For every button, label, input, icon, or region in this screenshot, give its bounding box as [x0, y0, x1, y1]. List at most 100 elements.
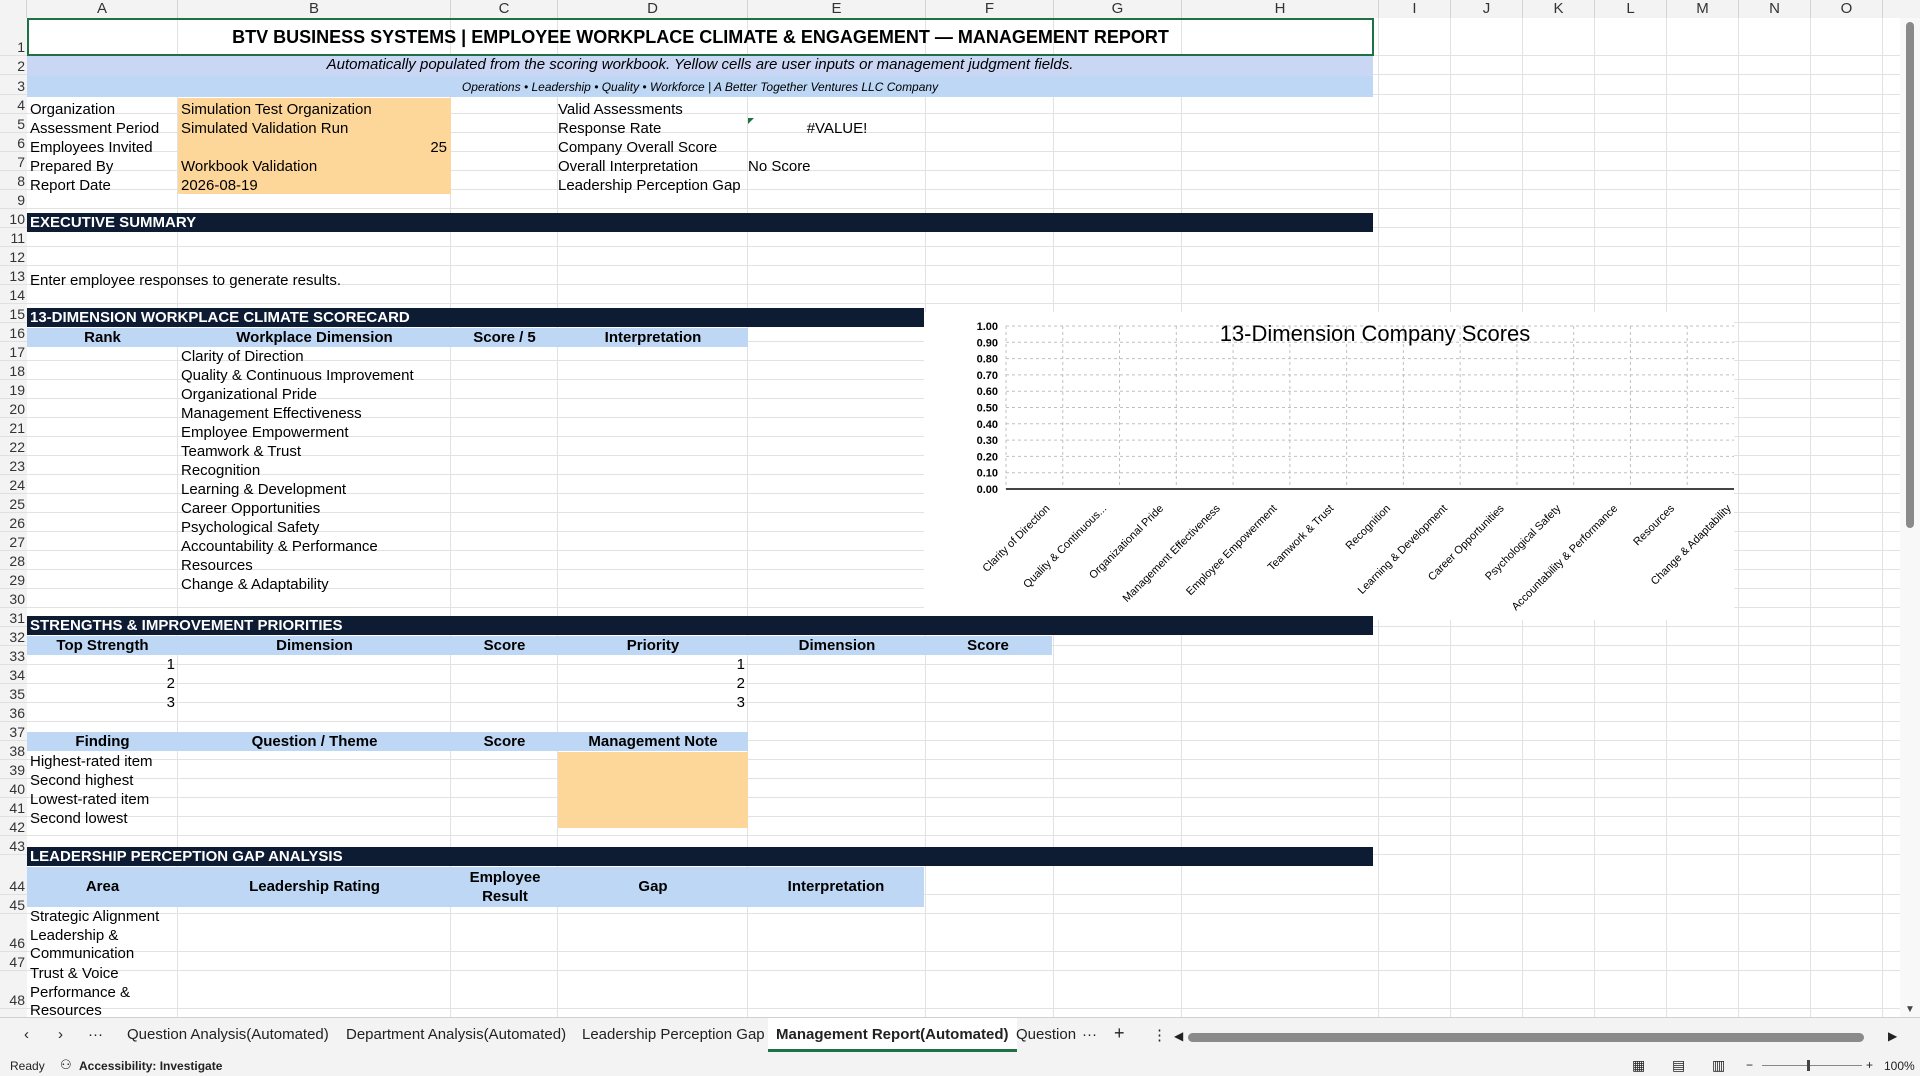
- tab-scroll-left-icon[interactable]: ‹: [24, 1026, 29, 1043]
- row-header-18[interactable]: 18: [0, 361, 27, 380]
- normal-view-icon[interactable]: ▦: [1632, 1057, 1645, 1074]
- column-header-e[interactable]: E: [748, 0, 926, 18]
- row-header-19[interactable]: 19: [0, 380, 27, 399]
- info-value[interactable]: Simulation Test Organization: [181, 101, 372, 119]
- column-header-a[interactable]: A: [27, 0, 178, 18]
- row-header-46[interactable]: 46: [0, 914, 27, 952]
- vertical-scrollbar[interactable]: ▼: [1900, 18, 1920, 1017]
- info-value[interactable]: No Score: [748, 158, 811, 176]
- row-header-22[interactable]: 22: [0, 437, 27, 456]
- column-header-f[interactable]: F: [926, 0, 1054, 18]
- management-note-fill[interactable]: [558, 752, 748, 828]
- column-header-i[interactable]: I: [1379, 0, 1451, 18]
- sheet-grid[interactable]: BTV BUSINESS SYSTEMS | EMPLOYEE WORKPLAC…: [27, 18, 1900, 1017]
- add-sheet-button[interactable]: +: [1114, 1023, 1125, 1044]
- column-header-c[interactable]: C: [451, 0, 558, 18]
- row-header-41[interactable]: 41: [0, 798, 27, 817]
- scroll-right-icon[interactable]: ▶: [1888, 1029, 1897, 1043]
- row-header-23[interactable]: 23: [0, 456, 27, 475]
- row-header-44[interactable]: 44: [0, 855, 27, 895]
- column-header-o[interactable]: O: [1811, 0, 1883, 18]
- tab-leadership-perception-gap[interactable]: Leadership Perception Gap: [582, 1026, 765, 1043]
- column-header-l[interactable]: L: [1595, 0, 1667, 18]
- info-value[interactable]: Simulated Validation Run: [181, 120, 348, 138]
- tab-more-left-icon[interactable]: ···: [88, 1026, 103, 1043]
- zoom-out-icon[interactable]: −: [1746, 1058, 1753, 1072]
- response-rate-value[interactable]: #VALUE!: [748, 120, 926, 138]
- zoom-slider[interactable]: [1762, 1065, 1862, 1066]
- row-header-25[interactable]: 25: [0, 494, 27, 513]
- row-header-31[interactable]: 31: [0, 608, 27, 627]
- row-header-40[interactable]: 40: [0, 779, 27, 798]
- column-header-k[interactable]: K: [1523, 0, 1595, 18]
- tab-more-right-icon[interactable]: ···: [1082, 1026, 1097, 1043]
- row-header-24[interactable]: 24: [0, 475, 27, 494]
- zoom-level[interactable]: 100%: [1884, 1059, 1915, 1073]
- column-header-h[interactable]: H: [1182, 0, 1379, 18]
- tab-question[interactable]: Question: [1016, 1026, 1076, 1043]
- page-break-preview-icon[interactable]: ▥: [1712, 1057, 1725, 1074]
- row-header-12[interactable]: 12: [0, 247, 27, 266]
- row-header-17[interactable]: 17: [0, 342, 27, 361]
- page-layout-icon[interactable]: ▤: [1672, 1057, 1685, 1074]
- sheet-options-icon[interactable]: ⋮: [1152, 1026, 1167, 1044]
- row-header-15[interactable]: 15: [0, 304, 27, 323]
- row-header-13[interactable]: 13: [0, 266, 27, 285]
- row-header-21[interactable]: 21: [0, 418, 27, 437]
- row-header-48[interactable]: 48: [0, 971, 27, 1009]
- row-header-30[interactable]: 30: [0, 589, 27, 608]
- column-header-d[interactable]: D: [558, 0, 748, 18]
- row-header-11[interactable]: 11: [0, 228, 27, 247]
- row-header-16[interactable]: 16: [0, 323, 27, 342]
- row-header-3[interactable]: 3: [0, 75, 27, 95]
- tab-department-analysis[interactable]: Department Analysis(Automated): [346, 1026, 566, 1043]
- row-header-26[interactable]: 26: [0, 513, 27, 532]
- row-header-9[interactable]: 9: [0, 190, 27, 209]
- row-header-2[interactable]: 2: [0, 56, 27, 75]
- row-header-43[interactable]: 43: [0, 836, 27, 855]
- column-header-g[interactable]: G: [1054, 0, 1182, 18]
- scroll-left-icon[interactable]: ◀: [1174, 1029, 1183, 1043]
- scroll-down-icon[interactable]: ▼: [1905, 1004, 1915, 1015]
- row-header-35[interactable]: 35: [0, 684, 27, 703]
- row-header-29[interactable]: 29: [0, 570, 27, 589]
- column-header-b[interactable]: B: [178, 0, 451, 18]
- row-header-37[interactable]: 37: [0, 722, 27, 741]
- accessibility-status[interactable]: Accessibility: Investigate: [79, 1059, 222, 1073]
- info-value[interactable]: 2026-08-19: [181, 177, 258, 195]
- row-header-4[interactable]: 4: [0, 95, 27, 114]
- row-header-20[interactable]: 20: [0, 399, 27, 418]
- row-header-34[interactable]: 34: [0, 665, 27, 684]
- info-value[interactable]: 25: [181, 139, 447, 157]
- row-header-36[interactable]: 36: [0, 703, 27, 722]
- tab-scroll-right-icon[interactable]: ›: [58, 1026, 63, 1043]
- row-header-38[interactable]: 38: [0, 741, 27, 760]
- row-header-39[interactable]: 39: [0, 760, 27, 779]
- row-header-5[interactable]: 5: [0, 114, 27, 133]
- column-header-n[interactable]: N: [1739, 0, 1811, 18]
- zoom-slider-thumb[interactable]: [1807, 1060, 1810, 1071]
- row-header-8[interactable]: 8: [0, 171, 27, 190]
- column-header-m[interactable]: M: [1667, 0, 1739, 18]
- info-value[interactable]: Workbook Validation: [181, 158, 317, 176]
- dimension-chart[interactable]: 1.00 0.90 0.80 0.70 0.60 0.50 0.40 0.30 0.20 0.10…: [924, 312, 1734, 620]
- row-header-1[interactable]: 1: [0, 18, 27, 56]
- row-header-47[interactable]: 47: [0, 952, 27, 971]
- row-header-7[interactable]: 7: [0, 152, 27, 171]
- vertical-scroll-thumb[interactable]: [1906, 22, 1914, 528]
- row-header-10[interactable]: 10: [0, 209, 27, 228]
- row-header-27[interactable]: 27: [0, 532, 27, 551]
- tab-management-report[interactable]: Management Report(Automated): [768, 1018, 1017, 1052]
- tab-question-analysis[interactable]: Question Analysis(Automated): [127, 1026, 329, 1043]
- row-header-32[interactable]: 32: [0, 627, 27, 646]
- row-header-42[interactable]: 42: [0, 817, 27, 836]
- zoom-in-icon[interactable]: +: [1866, 1058, 1873, 1072]
- row-header-14[interactable]: 14: [0, 285, 27, 304]
- row-header-45[interactable]: 45: [0, 895, 27, 914]
- select-all-corner[interactable]: [0, 0, 27, 18]
- column-header-j[interactable]: J: [1451, 0, 1523, 18]
- row-header-33[interactable]: 33: [0, 646, 27, 665]
- row-header-6[interactable]: 6: [0, 133, 27, 152]
- horizontal-scroll-thumb[interactable]: [1188, 1033, 1864, 1042]
- row-header-28[interactable]: 28: [0, 551, 27, 570]
